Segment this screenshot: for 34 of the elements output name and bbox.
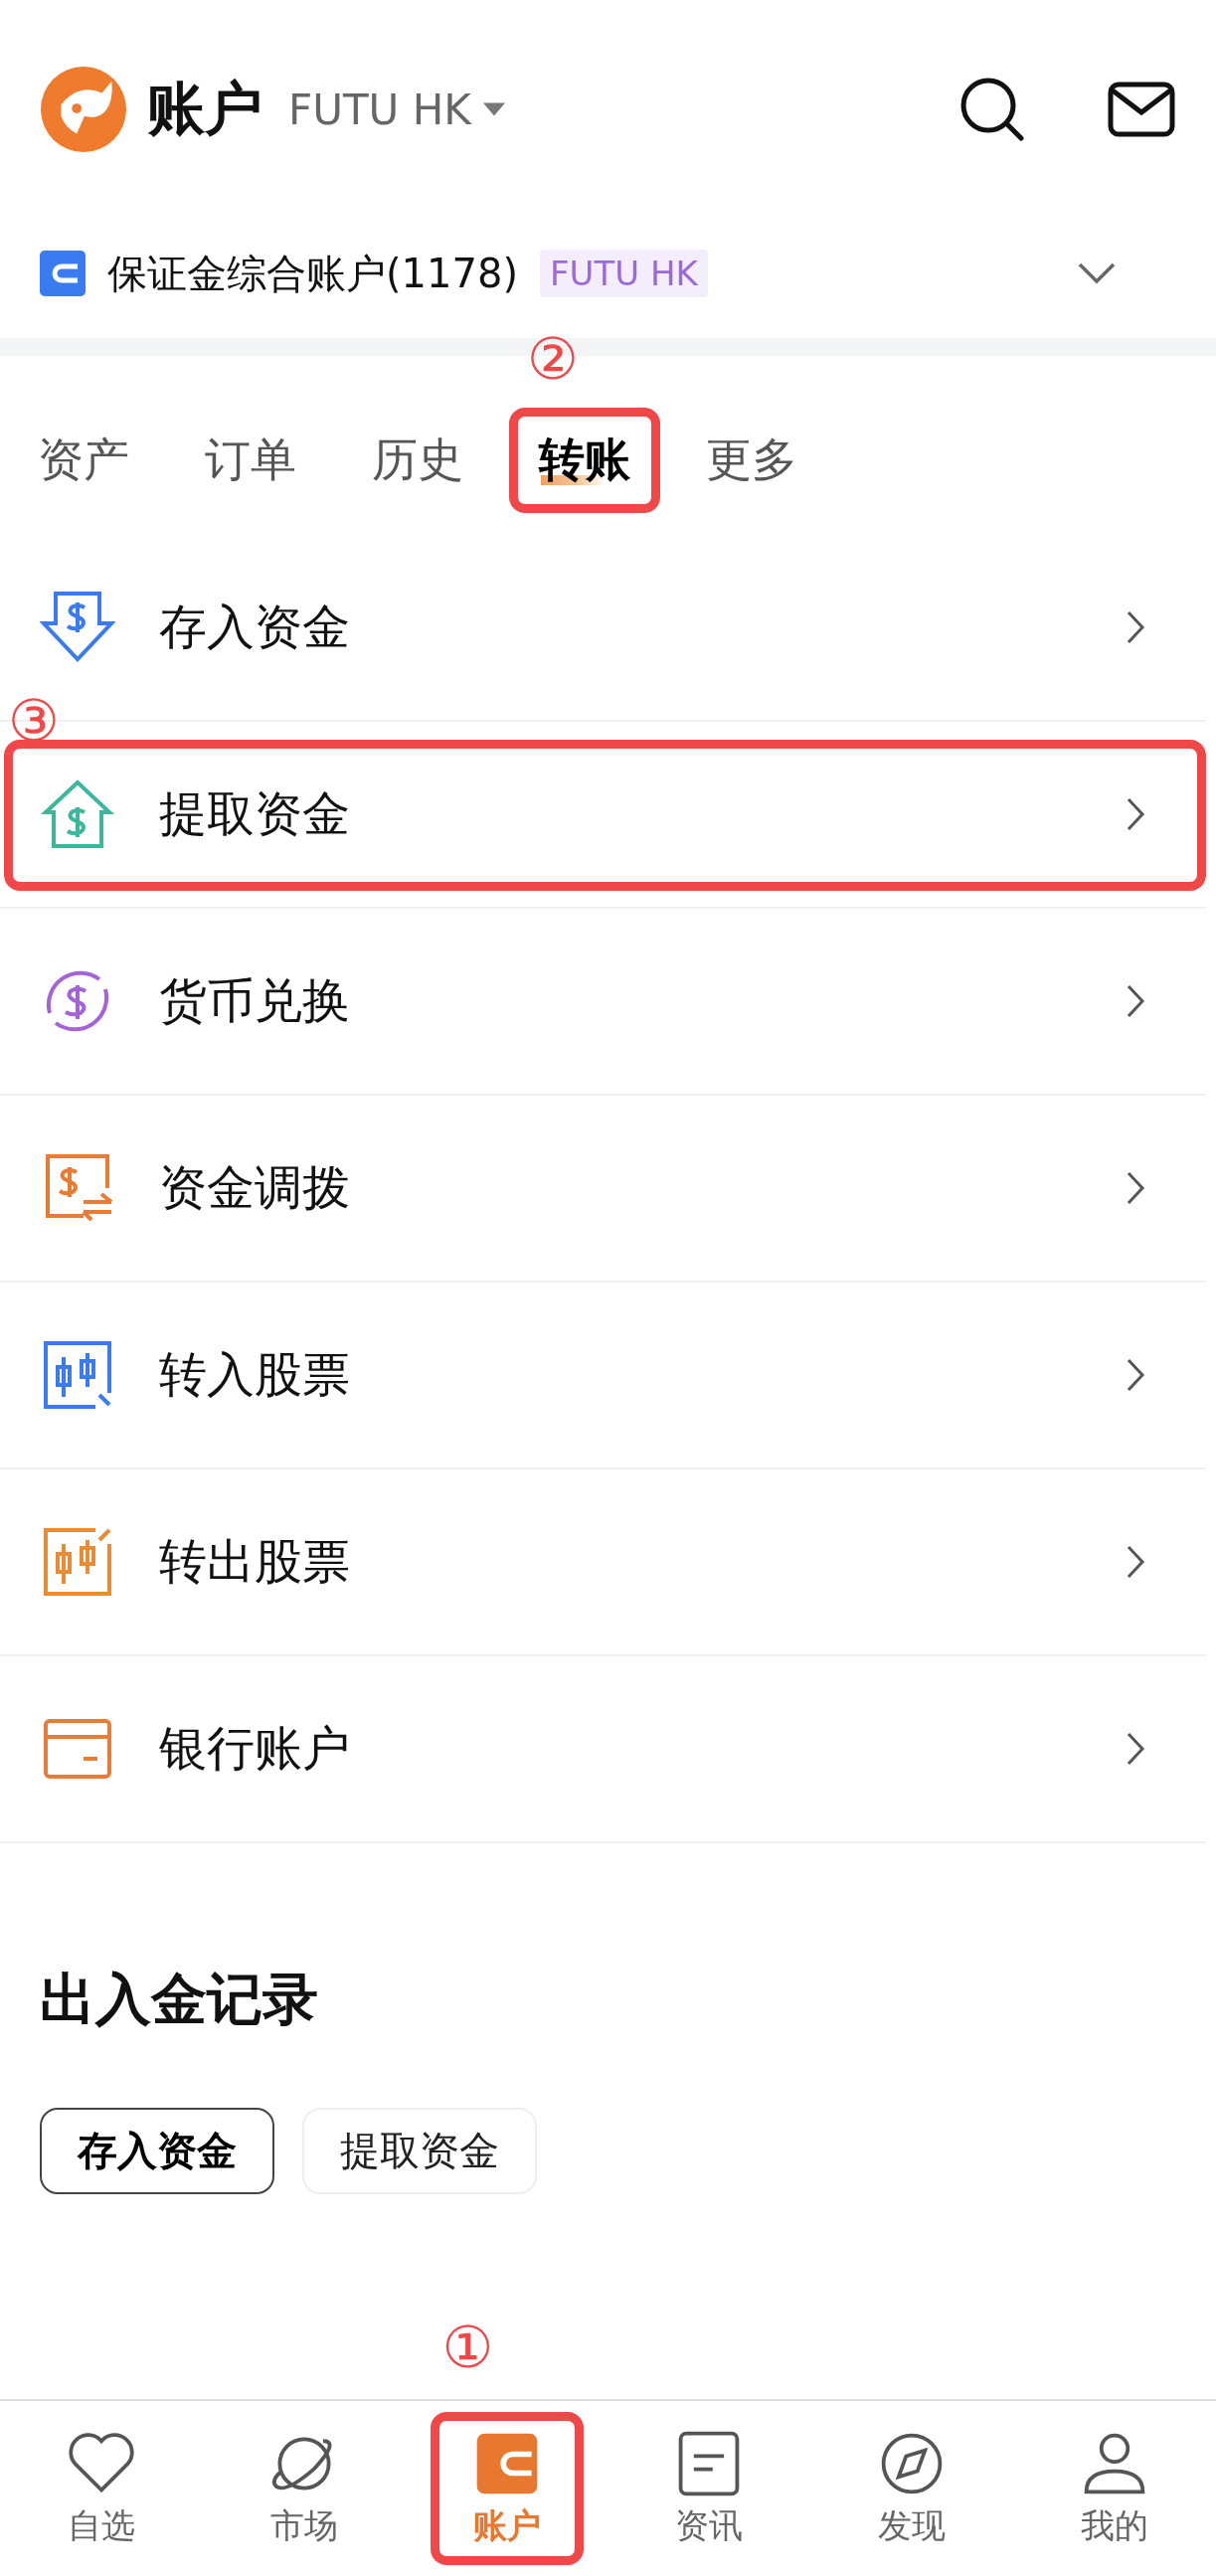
tab[interactable]: 更多 <box>698 429 805 491</box>
chevron-right-icon <box>1125 1357 1146 1393</box>
step-number: ① <box>441 2318 494 2376</box>
chevron-right-icon <box>1125 609 1146 645</box>
page-title: 账户 <box>147 74 262 144</box>
logo-icon <box>40 66 127 153</box>
tab[interactable]: 历史 <box>364 429 471 491</box>
menu-item[interactable]: 转出股票 <box>0 1469 1206 1656</box>
section-title: 出入金记录 <box>40 1966 319 2033</box>
nav-tab[interactable]: 资讯 <box>673 2428 746 2549</box>
chevron-right-icon <box>1125 1544 1146 1580</box>
tab[interactable]: 订单 <box>197 429 304 491</box>
nav-tab[interactable]: 发现 <box>876 2428 949 2549</box>
nav-tab[interactable]: 市场 <box>267 2428 340 2549</box>
filter-chip[interactable]: 提取资金 <box>302 2108 537 2194</box>
chevron-down-icon[interactable] <box>1077 261 1117 285</box>
filter-chip[interactable]: 存入资金 <box>40 2108 274 2194</box>
broker-badge: FUTU HK <box>540 250 708 297</box>
chevron-right-icon <box>1125 1731 1146 1767</box>
nav-tab[interactable]: 自选 <box>65 2428 137 2549</box>
step-number: ② <box>527 330 579 388</box>
tab[interactable]: 资产 <box>30 429 137 491</box>
menu-item[interactable]: 转入股票 <box>0 1283 1206 1469</box>
account-name[interactable]: 保证金综合账户(1178) <box>107 246 518 301</box>
nav-tab[interactable]: 我的 <box>1079 2428 1151 2549</box>
caret-icon <box>482 102 505 116</box>
menu-item[interactable]: 银行账户 <box>0 1656 1206 1843</box>
account-card-icon <box>40 251 86 296</box>
menu-item[interactable]: 货币兑换 <box>0 909 1206 1096</box>
chevron-right-icon <box>1125 1170 1146 1206</box>
chevron-right-icon <box>1125 796 1146 832</box>
chevron-right-icon <box>1125 983 1146 1019</box>
menu-item[interactable]: 资金调拨 <box>0 1096 1206 1283</box>
broker-dropdown[interactable]: FUTU HK <box>282 85 505 134</box>
